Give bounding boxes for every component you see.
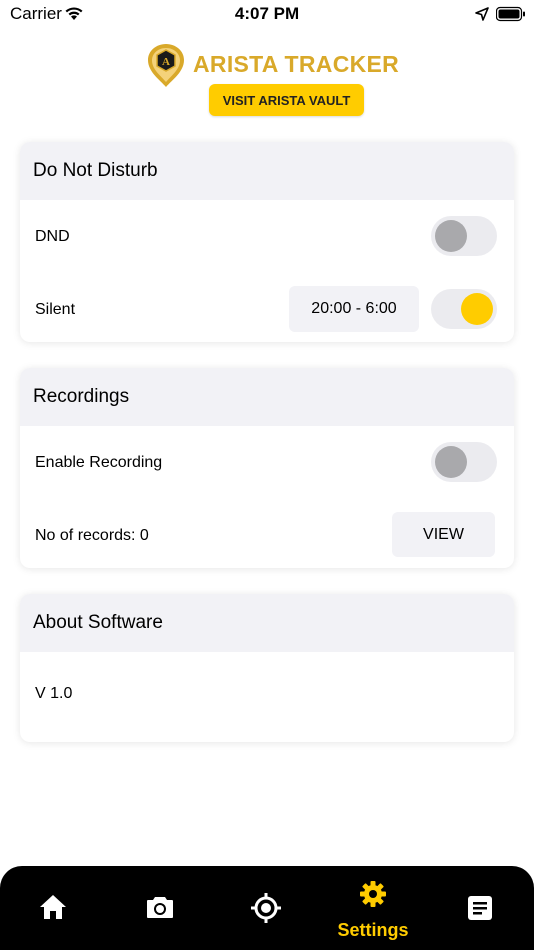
silent-time-range-button[interactable]: 20:00 - 6:00 bbox=[289, 286, 419, 332]
dnd-row: DND bbox=[20, 200, 514, 273]
toggle-knob bbox=[435, 220, 467, 252]
records-count-label: No of records: 0 bbox=[35, 526, 149, 544]
toggle-knob bbox=[435, 446, 467, 478]
location-target-icon bbox=[251, 893, 281, 923]
recordings-card: Recordings Enable Recording No of record… bbox=[20, 368, 514, 568]
tab-settings-label: Settings bbox=[337, 920, 409, 940]
visit-vault-button[interactable]: VISIT ARISTA VAULT bbox=[209, 84, 364, 116]
about-card: About Software V 1.0 bbox=[20, 594, 514, 742]
silent-label: Silent bbox=[35, 300, 76, 318]
records-row: No of records: 0 VIEW bbox=[20, 499, 514, 568]
enable-recording-toggle[interactable] bbox=[431, 442, 497, 482]
battery-icon bbox=[496, 6, 525, 22]
tab-settings[interactable]: Settings bbox=[320, 866, 426, 950]
camera-icon bbox=[147, 897, 173, 918]
clock: 4:07 PM bbox=[234, 4, 300, 23]
about-section-title: About Software bbox=[20, 594, 514, 652]
silent-row: Silent 20:00 - 6:00 bbox=[20, 273, 514, 342]
tab-logs[interactable] bbox=[427, 866, 533, 950]
dnd-section-title: Do Not Disturb bbox=[20, 142, 514, 200]
status-bar: Carrier 4:07 PM bbox=[0, 0, 534, 28]
app-logo: A ARISTA TRACKER bbox=[146, 42, 399, 90]
enable-recording-row: Enable Recording bbox=[20, 426, 514, 499]
settings-gear-icon bbox=[360, 881, 386, 907]
view-records-button[interactable]: VIEW bbox=[392, 512, 495, 557]
version-row: V 1.0 bbox=[20, 652, 514, 736]
app-name: ARISTA TRACKER bbox=[193, 51, 400, 77]
home-icon bbox=[40, 895, 66, 919]
tab-bar: Settings bbox=[0, 866, 534, 950]
version-label: V 1.0 bbox=[35, 685, 73, 702]
recordings-section-title: Recordings bbox=[20, 368, 514, 426]
dnd-toggle[interactable] bbox=[431, 216, 497, 256]
svg-text:A: A bbox=[162, 56, 170, 68]
tab-location[interactable] bbox=[213, 866, 319, 950]
dnd-card: Do Not Disturb DND Silent 20:00 - 6:00 bbox=[20, 142, 514, 342]
silent-toggle[interactable] bbox=[431, 289, 497, 329]
document-icon bbox=[468, 896, 492, 920]
toggle-knob bbox=[461, 293, 493, 325]
dnd-label: DND bbox=[35, 227, 70, 245]
enable-recording-label: Enable Recording bbox=[35, 453, 163, 471]
tab-camera[interactable] bbox=[107, 866, 213, 950]
location-arrow-icon bbox=[475, 7, 489, 21]
arista-logo-icon: A bbox=[148, 44, 184, 87]
tab-home[interactable] bbox=[0, 866, 106, 950]
